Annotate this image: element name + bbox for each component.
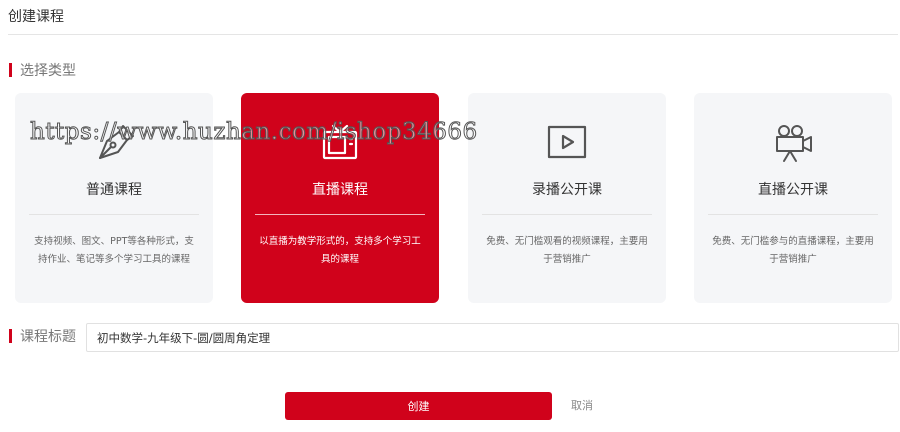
type-section-text: 选择类型 (20, 63, 76, 79)
course-title-input[interactable] (86, 323, 899, 352)
title-section-text: 课程标题 (20, 329, 76, 345)
movie-camera-icon (770, 119, 816, 165)
section-accent-bar (9, 63, 12, 77)
pen-nib-icon (91, 119, 137, 165)
course-type-name: 普通课程 (86, 182, 142, 198)
course-type-card-live[interactable]: 直播课程 以直播为教学形式的，支持多个学习工具的课程 (241, 93, 439, 303)
course-type-description: 以直播为教学形式的，支持多个学习工具的课程 (259, 236, 421, 265)
section-accent-bar (9, 329, 12, 343)
play-video-icon (544, 119, 590, 165)
type-section-label: 选择类型 (9, 61, 76, 79)
course-type-description: 免费、无门槛观看的视频课程，主要用于营销推广 (486, 236, 648, 265)
course-type-card-recorded-open[interactable]: 录播公开课 免费、无门槛观看的视频课程，主要用于营销推广 (468, 93, 666, 303)
course-type-name: 直播公开课 (758, 182, 828, 198)
course-type-name: 录播公开课 (532, 182, 602, 198)
course-type-description: 支持视频、图文、PPT等各种形式，支持作业、笔记等多个学习工具的课程 (34, 236, 194, 265)
course-type-card-regular[interactable]: 普通课程 支持视频、图文、PPT等各种形式，支持作业、笔记等多个学习工具的课程 (15, 93, 213, 303)
create-button[interactable]: 创建 (285, 392, 552, 420)
page-title: 创建课程 (8, 9, 64, 25)
title-section-label: 课程标题 (9, 327, 76, 345)
course-type-card-live-open[interactable]: 直播公开课 免费、无门槛参与的直播课程，主要用于营销推广 (694, 93, 892, 303)
card-divider (482, 214, 652, 215)
cancel-button[interactable]: 取消 (571, 392, 593, 420)
card-divider (255, 214, 425, 215)
tv-icon (317, 119, 363, 165)
title-divider (8, 34, 898, 35)
card-divider (708, 214, 878, 215)
course-type-name: 直播课程 (312, 182, 368, 198)
card-divider (29, 214, 199, 215)
course-type-description: 免费、无门槛参与的直播课程，主要用于营销推广 (712, 236, 874, 265)
